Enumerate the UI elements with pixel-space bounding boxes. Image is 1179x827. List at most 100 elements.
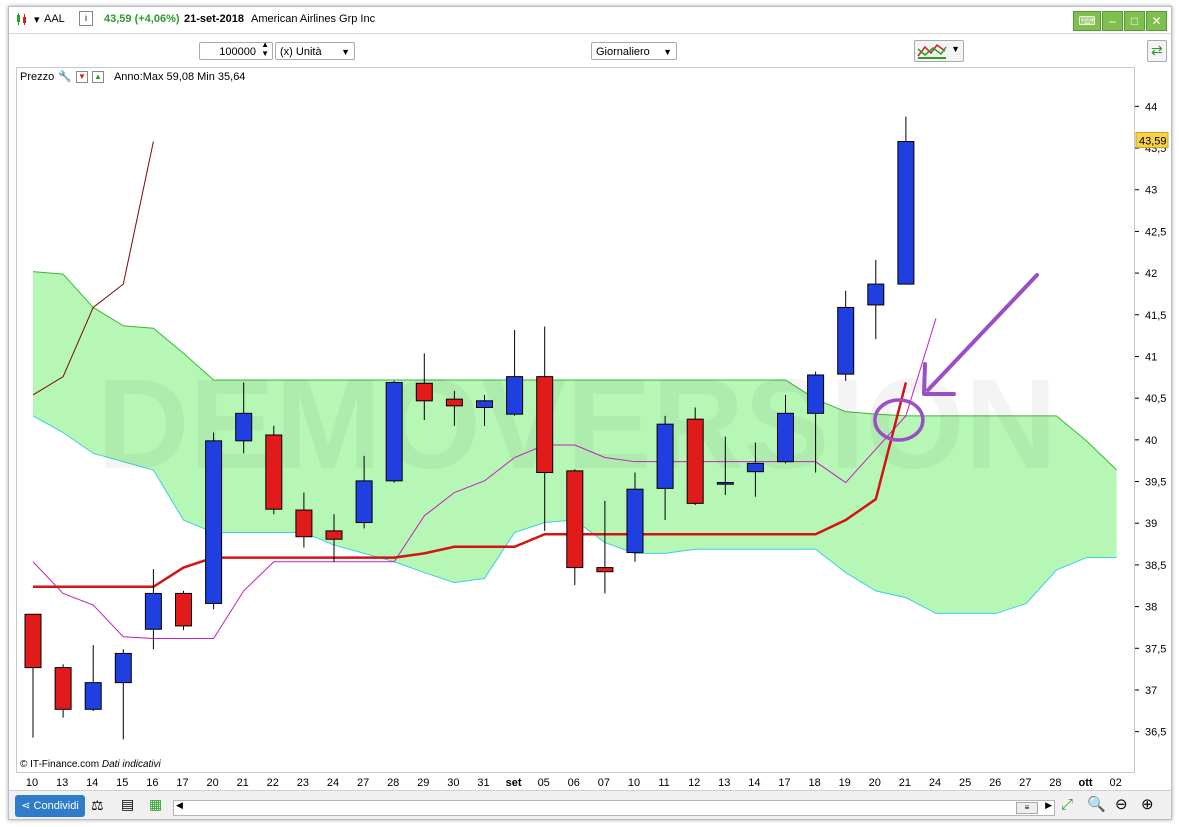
bullish-candle-body (807, 374, 825, 414)
bullish-candle-body (144, 592, 162, 630)
candle (84, 645, 102, 711)
bearish-candle-body (415, 382, 433, 402)
price-chart[interactable]: DEMOVERSION (17, 68, 1134, 772)
x-tick-label: 26 (989, 777, 1001, 789)
list-icon[interactable]: ▤ (121, 796, 134, 813)
unit-select[interactable]: (x) Unità ▼ (275, 42, 355, 60)
scroll-left-icon[interactable]: ◀ (176, 800, 183, 811)
autoscale-icon[interactable]: ⤢ (1061, 796, 1073, 813)
move-up-icon[interactable]: ▲ (91, 70, 104, 83)
bullish-candle-body (476, 400, 493, 408)
compare-icon[interactable]: ⚖ (91, 797, 104, 814)
y-tick-label: 42,5 (1145, 226, 1166, 238)
share-button[interactable]: ⋖ Condividi (15, 795, 85, 817)
wrench-icon[interactable]: 🔧 (58, 70, 72, 83)
bullish-candle-body (385, 381, 403, 482)
scroll-thumb[interactable]: ≡ (1016, 802, 1038, 814)
bullish-candle-body (205, 440, 223, 604)
bullish-candle-body (716, 482, 734, 485)
stepper-arrows-icon[interactable]: ▲ ▼ (261, 40, 269, 58)
x-tick-label: 20 (206, 777, 218, 789)
panel-label: Prezzo (20, 70, 55, 83)
x-tick-label: 19 (839, 777, 851, 789)
zoom-fit-icon[interactable]: 🔍 (1087, 795, 1106, 813)
x-tick-label: 25 (959, 777, 971, 789)
y-tick-label: 41,5 (1145, 310, 1166, 322)
x-tick-label: 28 (1049, 777, 1061, 789)
candle (114, 649, 132, 740)
y-tick-label: 40,5 (1145, 393, 1166, 405)
chevron-down-icon: ▼ (341, 47, 350, 57)
chevron-down-icon: ▼ (951, 44, 960, 54)
candlestick-type-icon[interactable] (15, 12, 29, 29)
bullish-candle-body (867, 283, 885, 306)
minimize-button[interactable]: – (1102, 11, 1123, 31)
keyboard-icon[interactable]: ⌨ (1073, 11, 1101, 31)
x-tick-label: 24 (929, 777, 941, 789)
x-tick-label: 23 (297, 777, 309, 789)
candle (265, 425, 283, 515)
bearish-candle-body (175, 592, 192, 627)
bullish-candle-body (235, 412, 253, 442)
x-tick-label: 17 (176, 777, 188, 789)
x-tick-label: 21 (237, 777, 249, 789)
candle (897, 116, 915, 285)
last-price-label: 43,59 (1139, 136, 1167, 148)
bullish-candle-body (897, 141, 915, 285)
bearish-candle-body (295, 509, 313, 538)
chart-panel[interactable]: DEMOVERSION Prezzo 🔧 ▼ ▲ Anno:Max 59,08 … (16, 67, 1135, 773)
maximize-button[interactable]: □ (1124, 11, 1145, 31)
x-tick-label: 27 (357, 777, 369, 789)
close-button[interactable]: ✕ (1146, 11, 1167, 31)
bearish-candle-body (265, 434, 283, 510)
y-tick-label: 39 (1145, 518, 1157, 530)
candle (24, 613, 42, 738)
candle (385, 380, 403, 483)
title-bar: ▾ AAL i 43,59 (+4,06%) 21-set-2018 Ameri… (9, 7, 1171, 34)
x-tick-label: 02 (1109, 777, 1121, 789)
quantity-value: 100000 (219, 46, 256, 58)
period-select[interactable]: Giornaliero ▼ (591, 42, 677, 60)
x-tick-label: 16 (146, 777, 158, 789)
bullish-candle-body (837, 306, 855, 375)
bearish-candle-body (536, 376, 554, 474)
bullish-candle-body (656, 423, 674, 489)
copyright-text: © IT-Finance.com (20, 759, 100, 770)
candle (175, 590, 192, 631)
x-tick-label: 29 (417, 777, 429, 789)
zoom-in-icon[interactable]: ⊕ (1141, 795, 1154, 813)
candle (566, 469, 584, 586)
horizontal-scrollbar[interactable]: ◀ ▶ ≡ (173, 800, 1055, 816)
share-icon: ⋖ (21, 800, 34, 812)
y-axis[interactable]: 44 43,5 43 42,5 42 41,5 41 40,5 40 39,5 39 38,5 38 37… (1135, 67, 1169, 771)
x-tick-label: 20 (869, 777, 881, 789)
scroll-right-icon[interactable]: ▶ (1045, 800, 1052, 811)
bullish-candle-body (746, 462, 764, 473)
panel-header: Prezzo 🔧 ▼ ▲ Anno:Max 59,08 Min 35,64 (20, 70, 245, 83)
x-tick-label: 30 (447, 777, 459, 789)
layout-icon[interactable]: ▦ (149, 796, 162, 813)
price-change: 43,59 (+4,06%) (104, 13, 180, 25)
x-tick-label: 17 (778, 777, 790, 789)
window-controls: ⌨ – □ ✕ (1072, 11, 1167, 31)
zoom-out-icon[interactable]: ⊖ (1115, 795, 1128, 813)
unit-value: (x) Unità (280, 46, 322, 58)
x-tick-label: 06 (568, 777, 580, 789)
x-tick-label: 13 (56, 777, 68, 789)
period-value: Giornaliero (596, 46, 650, 58)
x-tick-label: 12 (688, 777, 700, 789)
symbol-dropdown-arrow-icon[interactable]: ▾ (34, 13, 40, 26)
x-tick-label: 14 (86, 777, 98, 789)
x-tick-label: 22 (267, 777, 279, 789)
x-tick-label: 11 (658, 777, 669, 789)
x-tick-label: 24 (327, 777, 339, 789)
x-tick-label: 10 (628, 777, 640, 789)
quantity-stepper[interactable]: 100000 ▲ ▼ (199, 40, 273, 60)
info-icon[interactable]: i (79, 11, 93, 26)
move-down-icon[interactable]: ▼ (75, 70, 88, 83)
x-tick-label: 07 (598, 777, 610, 789)
symbol-label[interactable]: AAL (44, 13, 65, 25)
y-tick-label: 37,5 (1145, 643, 1166, 655)
side-panel-toggle[interactable]: ⇄ (1147, 40, 1167, 62)
indicators-button[interactable]: ▼ (914, 40, 964, 62)
